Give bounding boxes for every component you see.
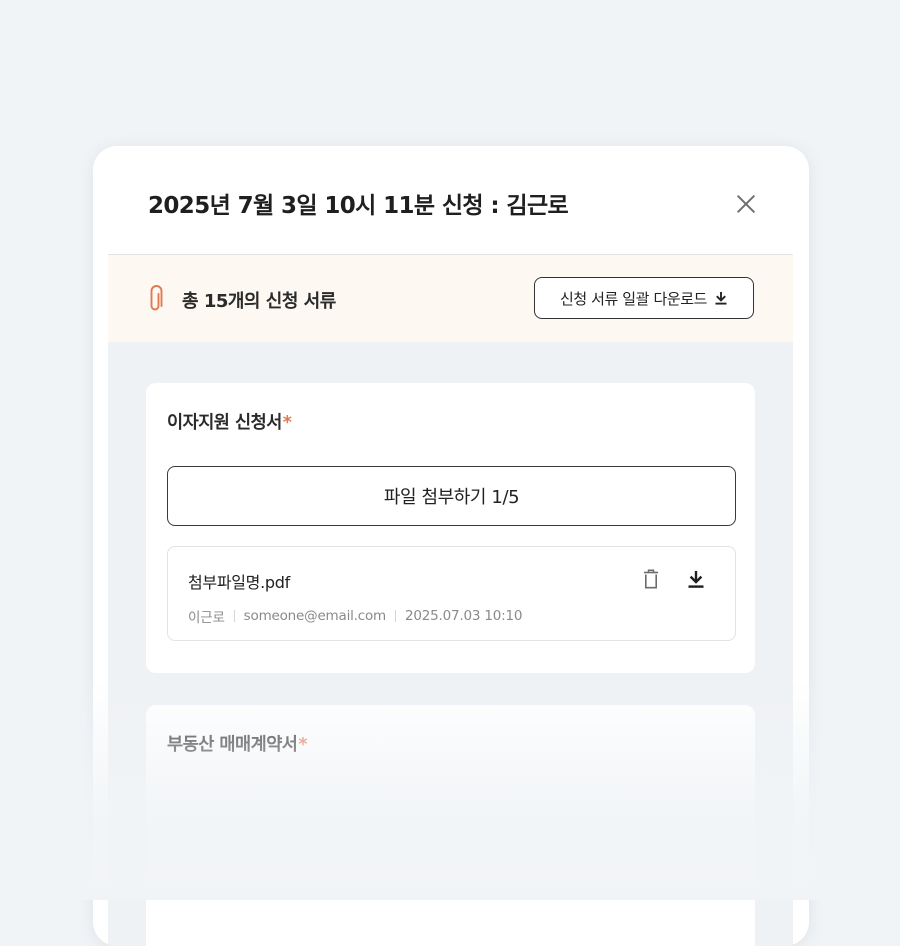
modal-title: 2025년 7월 3일 10시 11분 신청 : 김근로 [148, 193, 569, 219]
document-title-text: 부동산 매매계약서 [167, 735, 298, 755]
attached-file-item: 첨부파일명.pdf 이근로 someone@email.com 2025.07.… [167, 546, 736, 641]
file-uploader-email: someone@email.com [243, 608, 387, 624]
required-mark: * [282, 413, 292, 433]
document-modal: 2025년 7월 3일 10시 11분 신청 : 김근로 총 15개의 신청 서… [93, 146, 809, 946]
file-name[interactable]: 첨부파일명.pdf [188, 569, 290, 593]
document-card: 이자지원 신청서* 파일 첨부하기 1/5 첨부파일명.pdf 이근로 some… [146, 383, 755, 673]
required-mark: * [298, 735, 308, 755]
meta-divider [233, 610, 235, 622]
file-uploader: 이근로 [188, 610, 225, 626]
document-title-text: 이자지원 신청서 [167, 413, 282, 433]
document-title: 이자지원 신청서* [167, 409, 292, 434]
modal-content: 총 15개의 신청 서류 신청 서류 일괄 다운로드 이자지원 신청서* 파일 … [108, 254, 793, 946]
document-count-label: 총 15개의 신청 서류 [182, 291, 336, 312]
paperclip-icon [150, 285, 163, 311]
download-all-button[interactable]: 신청 서류 일괄 다운로드 [534, 277, 754, 319]
document-card: 부동산 매매계약서* [146, 705, 755, 946]
download-icon[interactable] [686, 569, 706, 589]
meta-divider [395, 610, 396, 622]
document-title: 부동산 매매계약서* [167, 731, 308, 756]
download-icon [715, 292, 727, 305]
modal-header: 2025년 7월 3일 10시 11분 신청 : 김근로 [93, 146, 809, 254]
close-icon[interactable] [732, 190, 760, 218]
summary-bar: 총 15개의 신청 서류 신청 서류 일괄 다운로드 [108, 255, 793, 342]
trash-icon[interactable] [641, 568, 661, 590]
attach-file-button[interactable]: 파일 첨부하기 1/5 [167, 466, 736, 526]
download-all-label: 신청 서류 일괄 다운로드 [559, 289, 708, 308]
file-upload-date: 2025.07.03 10:10 [405, 608, 523, 624]
file-meta: 이근로 someone@email.com 2025.07.03 10:10 [188, 606, 522, 626]
